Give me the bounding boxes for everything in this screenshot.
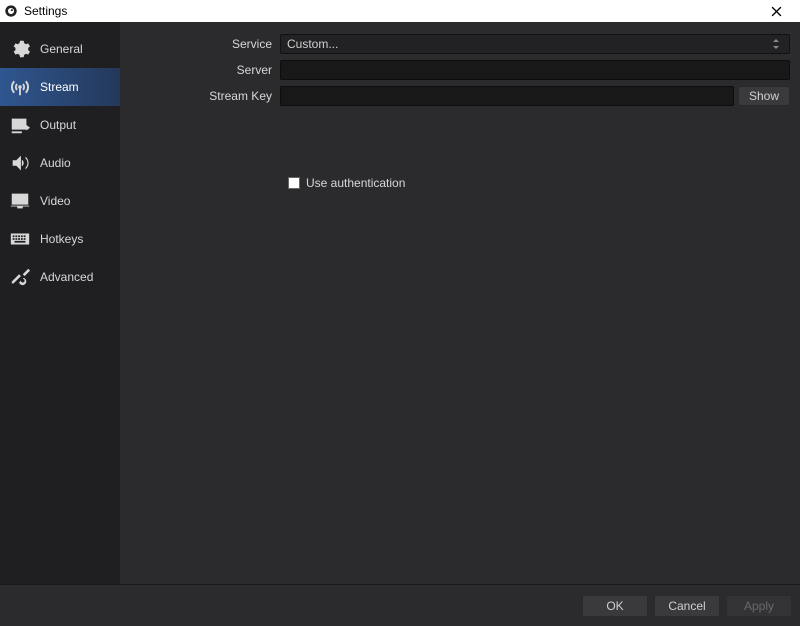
streamkey-input[interactable] <box>280 86 734 106</box>
streamkey-row: Stream Key Show <box>130 86 790 106</box>
sidebar-item-label: General <box>40 42 83 56</box>
select-spinner-icon <box>771 38 783 50</box>
show-button[interactable]: Show <box>738 86 790 106</box>
sidebar-item-output[interactable]: Output <box>0 106 120 144</box>
cancel-button[interactable]: Cancel <box>654 595 720 617</box>
dialog-footer: OK Cancel Apply <box>0 584 800 626</box>
sidebar-item-label: Video <box>40 194 70 208</box>
keyboard-icon <box>8 227 32 251</box>
sidebar-item-label: Audio <box>40 156 71 170</box>
speaker-icon <box>8 151 32 175</box>
window-body: General Stream Output Audio Video <box>0 22 800 584</box>
apply-button[interactable]: Apply <box>726 595 792 617</box>
title-bar: Settings <box>0 0 800 22</box>
server-label: Server <box>130 63 280 77</box>
service-value: Custom... <box>287 37 338 51</box>
use-auth-label: Use authentication <box>306 176 405 190</box>
use-auth-row: Use authentication <box>288 176 790 190</box>
tools-icon <box>8 265 32 289</box>
service-row: Service Custom... <box>130 34 790 54</box>
window-title: Settings <box>24 4 67 18</box>
output-icon <box>8 113 32 137</box>
service-select[interactable]: Custom... <box>280 34 790 54</box>
monitor-icon <box>8 189 32 213</box>
sidebar-item-audio[interactable]: Audio <box>0 144 120 182</box>
sidebar-item-label: Stream <box>40 80 79 94</box>
sidebar-item-hotkeys[interactable]: Hotkeys <box>0 220 120 258</box>
ok-button[interactable]: OK <box>582 595 648 617</box>
sidebar-item-label: Advanced <box>40 270 93 284</box>
settings-content: Service Custom... Server Stream Key Show <box>120 22 800 584</box>
service-label: Service <box>130 37 280 51</box>
gear-icon <box>8 37 32 61</box>
sidebar-item-label: Output <box>40 118 76 132</box>
server-row: Server <box>130 60 790 80</box>
streamkey-label: Stream Key <box>130 89 280 103</box>
antenna-icon <box>8 75 32 99</box>
server-input[interactable] <box>280 60 790 80</box>
sidebar-item-advanced[interactable]: Advanced <box>0 258 120 296</box>
sidebar-item-label: Hotkeys <box>40 232 83 246</box>
sidebar-item-video[interactable]: Video <box>0 182 120 220</box>
sidebar-item-stream[interactable]: Stream <box>0 68 120 106</box>
app-icon <box>4 4 18 18</box>
close-button[interactable] <box>756 0 796 22</box>
use-auth-checkbox[interactable] <box>288 177 300 189</box>
sidebar-item-general[interactable]: General <box>0 30 120 68</box>
settings-sidebar: General Stream Output Audio Video <box>0 22 120 584</box>
